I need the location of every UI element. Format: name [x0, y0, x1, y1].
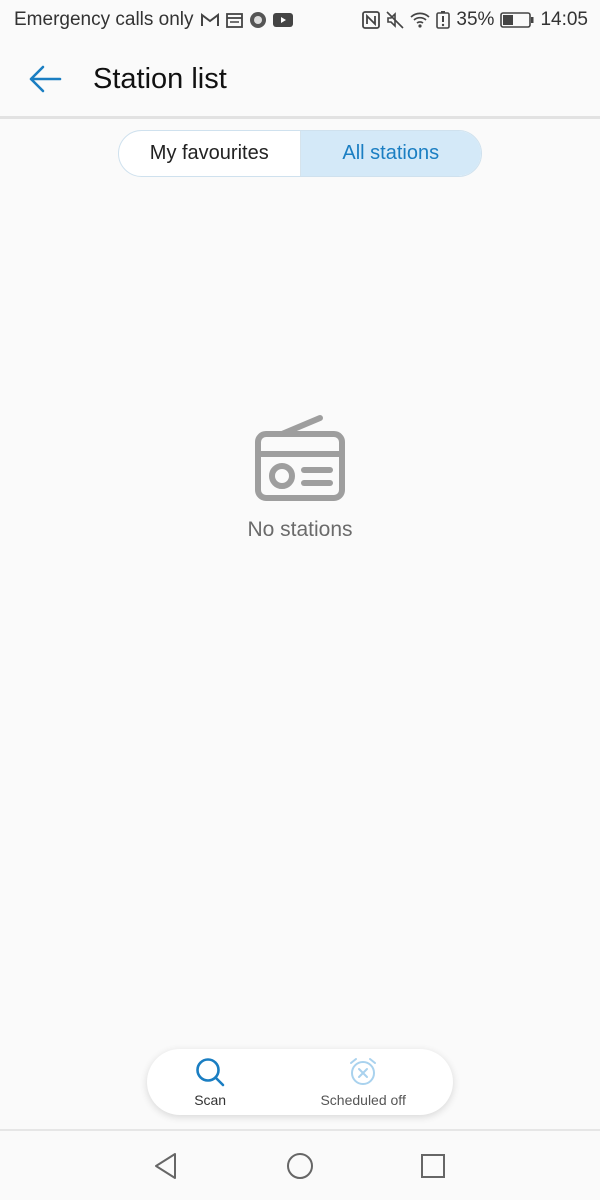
home-circle-icon: [287, 1153, 313, 1179]
carrier-text: Emergency calls only: [14, 9, 194, 30]
tab-my-favourites[interactable]: My favourites: [119, 131, 301, 176]
battery-alert-icon: [436, 11, 451, 29]
back-button[interactable]: [14, 48, 76, 110]
app-header: Station list: [0, 40, 600, 118]
scan-button[interactable]: Scan: [194, 1056, 226, 1108]
wifi-icon: [410, 12, 431, 28]
mute-icon: [386, 11, 404, 29]
calendar-icon: [225, 12, 243, 28]
circle-app-icon: [249, 11, 267, 29]
scheduled-off-label: Scheduled off: [320, 1092, 406, 1108]
alarm-off-icon: [350, 1058, 377, 1085]
recents-square-icon: [421, 1154, 445, 1178]
gmail-icon: [200, 12, 220, 28]
header-divider: [0, 116, 600, 119]
nfc-icon: [362, 11, 381, 29]
empty-state: No stations: [0, 410, 600, 542]
youtube-icon: [272, 12, 293, 28]
arrow-left-icon: [29, 65, 62, 93]
nav-home-button[interactable]: [282, 1148, 318, 1184]
scan-label: Scan: [194, 1092, 227, 1108]
battery-icon: [500, 12, 534, 28]
empty-state-text: No stations: [247, 518, 353, 541]
status-left: Emergency calls only: [14, 9, 293, 31]
nav-recents-button[interactable]: [415, 1148, 451, 1184]
scheduled-off-button[interactable]: Scheduled off: [320, 1056, 406, 1108]
clock-time: 14:05: [540, 9, 588, 30]
nav-back-button[interactable]: [148, 1148, 184, 1184]
search-icon: [196, 1058, 225, 1087]
radio-icon: [255, 415, 345, 501]
screen: Emergency calls only 35% 14:05 Station l…: [0, 0, 600, 1200]
station-tabs: My favourites All stations: [118, 130, 482, 177]
bottom-actions: Scan Scheduled off: [147, 1049, 453, 1115]
status-bar: Emergency calls only 35% 14:05: [0, 0, 600, 40]
status-right: 35% 14:05: [362, 9, 588, 31]
page-title: Station list: [93, 62, 227, 95]
battery-percent: 35%: [456, 9, 495, 30]
tab-all-stations[interactable]: All stations: [300, 131, 481, 176]
back-triangle-icon: [155, 1153, 176, 1179]
navigation-bar: [0, 1131, 600, 1200]
